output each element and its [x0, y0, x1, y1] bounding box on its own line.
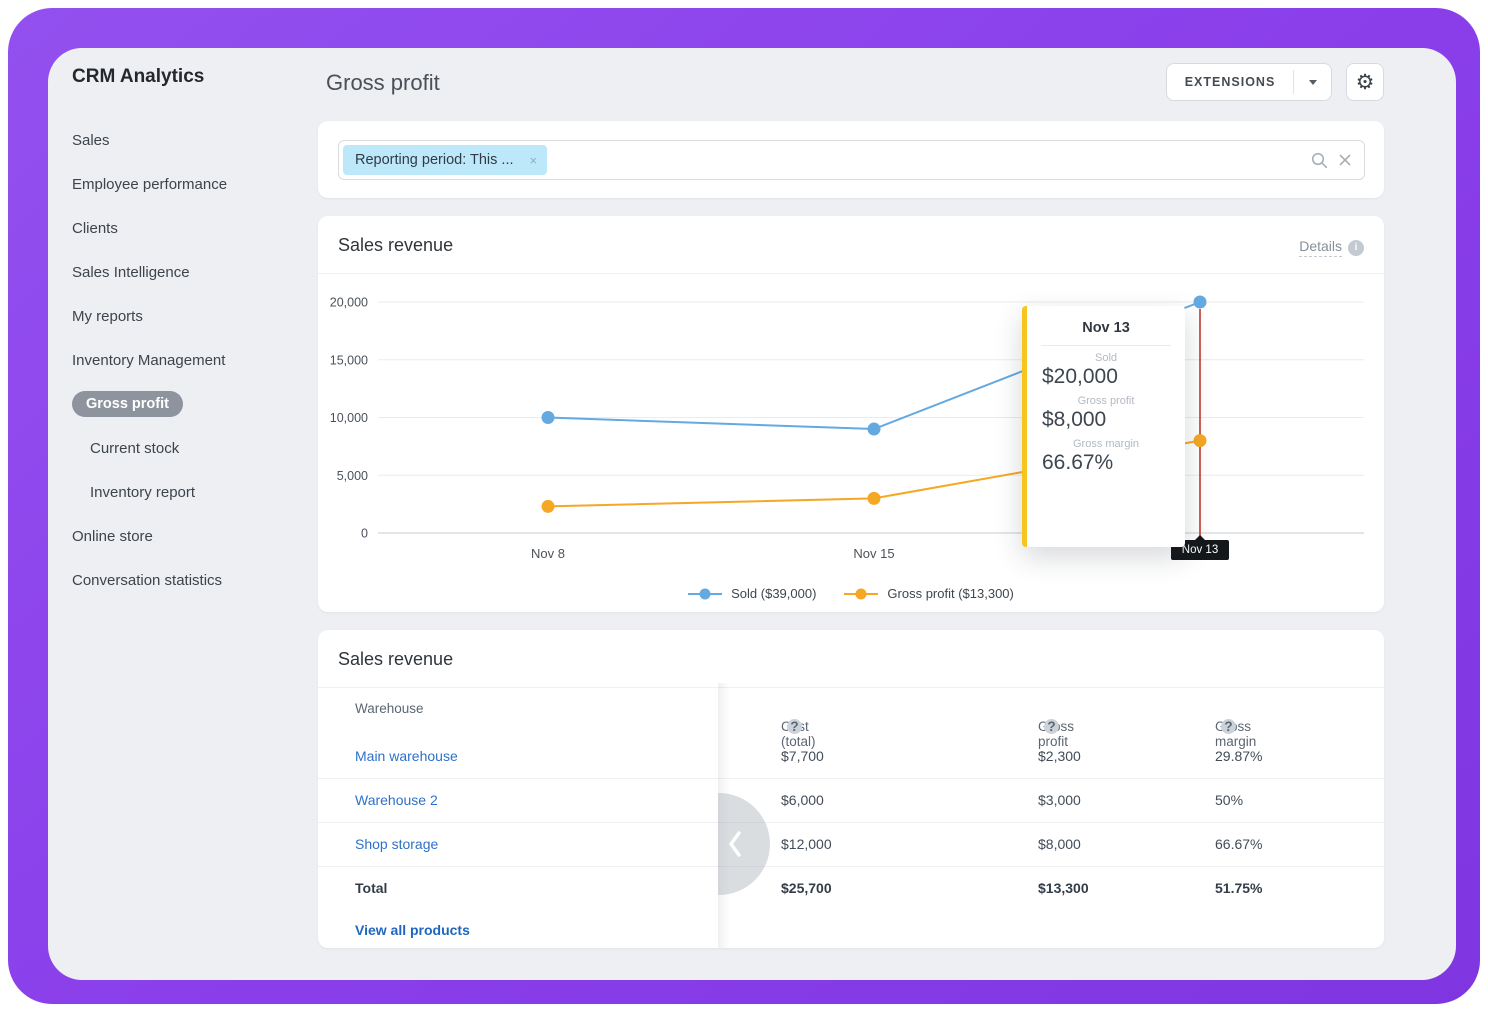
chart-legend: Sold ($39,000) Gross profit ($13,300)	[318, 586, 1384, 601]
tooltip-divider	[1041, 345, 1171, 346]
svg-text:20,000: 20,000	[330, 296, 368, 310]
help-icon[interactable]: ?	[1044, 719, 1059, 734]
table-row: Warehouse 2 $6,000 $3,000 50%	[318, 779, 1384, 823]
cell-gross-profit: $13,300	[1038, 880, 1089, 896]
sales-revenue-table-card: Sales revenue Warehouse Cost (total)? Gr…	[318, 630, 1384, 948]
filter-card: Reporting period: This ... ×	[318, 121, 1384, 198]
cell-gross-margin: 66.67%	[1215, 836, 1262, 852]
cell-gross-profit: $8,000	[1038, 836, 1081, 852]
table-card-header: Sales revenue	[318, 630, 1384, 688]
cell-gross-margin: 29.87%	[1215, 748, 1262, 764]
cell-warehouse[interactable]: Shop storage	[355, 836, 438, 852]
column-header-warehouse: Warehouse	[355, 701, 424, 716]
sidebar-item-sales[interactable]: Sales	[72, 118, 322, 162]
sidebar-item-my-reports[interactable]: My reports	[72, 294, 322, 338]
tooltip-value-sold: $20,000	[1027, 365, 1185, 389]
svg-text:15,000: 15,000	[330, 353, 368, 367]
cell-cost: $7,700	[781, 748, 824, 764]
extensions-dropdown-toggle[interactable]	[1294, 80, 1331, 85]
filter-icons	[1311, 152, 1352, 169]
chip-close-icon[interactable]: ×	[530, 153, 538, 168]
search-icon[interactable]	[1311, 152, 1328, 169]
sidebar-item-clients[interactable]: Clients	[72, 206, 322, 250]
svg-text:5,000: 5,000	[337, 469, 368, 483]
sidebar-item-gross-profit[interactable]: Gross profit	[72, 382, 322, 426]
help-icon[interactable]: ?	[1221, 719, 1236, 734]
sidebar-item-label: Conversation statistics	[72, 572, 222, 589]
filter-search-input[interactable]: Reporting period: This ... ×	[338, 140, 1365, 180]
sidebar-item-employee-performance[interactable]: Employee performance	[72, 162, 322, 206]
tooltip-label-gross-margin: Gross margin	[1027, 438, 1185, 450]
sidebar-item-label: Sales Intelligence	[72, 264, 190, 281]
svg-text:0: 0	[361, 527, 368, 541]
header-buttons: EXTENSIONS ⚙	[1166, 63, 1384, 101]
app-title: CRM Analytics	[72, 66, 204, 88]
table-row-total: Total $25,700 $13,300 51.75%	[318, 867, 1384, 911]
sidebar-item-current-stock[interactable]: Current stock	[72, 426, 322, 470]
extensions-button[interactable]: EXTENSIONS	[1166, 63, 1332, 101]
sidebar-item-label: Gross profit	[72, 391, 183, 417]
tooltip-date: Nov 13	[1027, 320, 1185, 336]
sidebar-nav: Sales Employee performance Clients Sales In…	[72, 118, 322, 602]
tooltip-value-gross-margin: 66.67%	[1027, 451, 1185, 475]
filter-chip-reporting-period[interactable]: Reporting period: This ... ×	[343, 145, 547, 175]
gear-icon: ⚙	[1356, 70, 1375, 95]
chevron-down-icon	[1309, 80, 1317, 85]
svg-text:Nov 8: Nov 8	[531, 546, 565, 561]
chart-tooltip: Nov 13 Sold $20,000 Gross profit $8,000 …	[1022, 306, 1185, 547]
cell-gross-profit: $2,300	[1038, 748, 1081, 764]
sidebar-item-label: Online store	[72, 528, 153, 545]
window-frame: CRM Analytics Sales Employee performance C…	[8, 8, 1480, 1004]
sidebar-item-label: Clients	[72, 220, 118, 237]
sidebar-item-label: Current stock	[90, 440, 179, 457]
table-card-title: Sales revenue	[338, 649, 453, 670]
sidebar-item-inventory-report[interactable]: Inventory report	[72, 470, 322, 514]
tooltip-label-gross-profit: Gross profit	[1027, 395, 1185, 407]
legend-marker	[688, 593, 722, 595]
sidebar-item-label: Employee performance	[72, 176, 227, 193]
page-title: Gross profit	[326, 70, 440, 96]
sidebar-item-label: Inventory report	[90, 484, 195, 501]
view-all-products-link[interactable]: View all products	[355, 922, 470, 938]
table-row: Main warehouse $7,700 $2,300 29.87%	[318, 735, 1384, 779]
legend-label: Sold ($39,000)	[731, 586, 816, 601]
cell-cost: $25,700	[781, 880, 832, 896]
legend-label: Gross profit ($13,300)	[887, 586, 1013, 601]
cell-cost: $12,000	[781, 836, 832, 852]
sales-revenue-chart-card: Sales revenue Details i 20,00015,00010,0…	[318, 216, 1384, 612]
table-header-row: Warehouse Cost (total)? Gross profit? Gr…	[318, 683, 1384, 735]
app-window: CRM Analytics Sales Employee performance C…	[48, 48, 1456, 980]
legend-item[interactable]: Sold ($39,000)	[688, 586, 816, 601]
legend-marker	[844, 593, 878, 595]
sidebar-item-label: Sales	[72, 132, 110, 149]
cell-warehouse[interactable]: Main warehouse	[355, 748, 458, 764]
sidebar-item-online-store[interactable]: Online store	[72, 514, 322, 558]
chevron-left-icon	[727, 830, 743, 858]
cell-warehouse[interactable]: Warehouse 2	[355, 792, 438, 808]
cell-gross-margin: 51.75%	[1215, 880, 1262, 896]
legend-item[interactable]: Gross profit ($13,300)	[844, 586, 1013, 601]
filter-chip-label: Reporting period: This ...	[355, 152, 514, 168]
tooltip-value-gross-profit: $8,000	[1027, 408, 1185, 432]
screen: CRM Analytics Sales Employee performance C…	[0, 0, 1488, 1012]
settings-button[interactable]: ⚙	[1346, 63, 1384, 101]
sidebar-item-sales-intelligence[interactable]: Sales Intelligence	[72, 250, 322, 294]
cell-cost: $6,000	[781, 792, 824, 808]
extensions-button-label: EXTENSIONS	[1167, 75, 1293, 89]
cell-warehouse: Total	[355, 880, 387, 896]
sidebar-item-conversation-statistics[interactable]: Conversation statistics	[72, 558, 322, 602]
cell-gross-profit: $3,000	[1038, 792, 1081, 808]
clear-icon[interactable]	[1338, 153, 1352, 167]
tooltip-label-sold: Sold	[1027, 352, 1185, 364]
table-body: Main warehouse $7,700 $2,300 29.87% Warehous…	[318, 735, 1384, 911]
sidebar-item-label: My reports	[72, 308, 143, 325]
table-row: Shop storage $12,000 $8,000 66.67%	[318, 823, 1384, 867]
svg-text:Nov 15: Nov 15	[853, 546, 894, 561]
svg-text:10,000: 10,000	[330, 411, 368, 425]
help-icon[interactable]: ?	[787, 719, 802, 734]
sidebar-item-inventory-management[interactable]: Inventory Management	[72, 338, 322, 382]
sidebar-item-label: Inventory Management	[72, 352, 225, 369]
cell-gross-margin: 50%	[1215, 792, 1243, 808]
